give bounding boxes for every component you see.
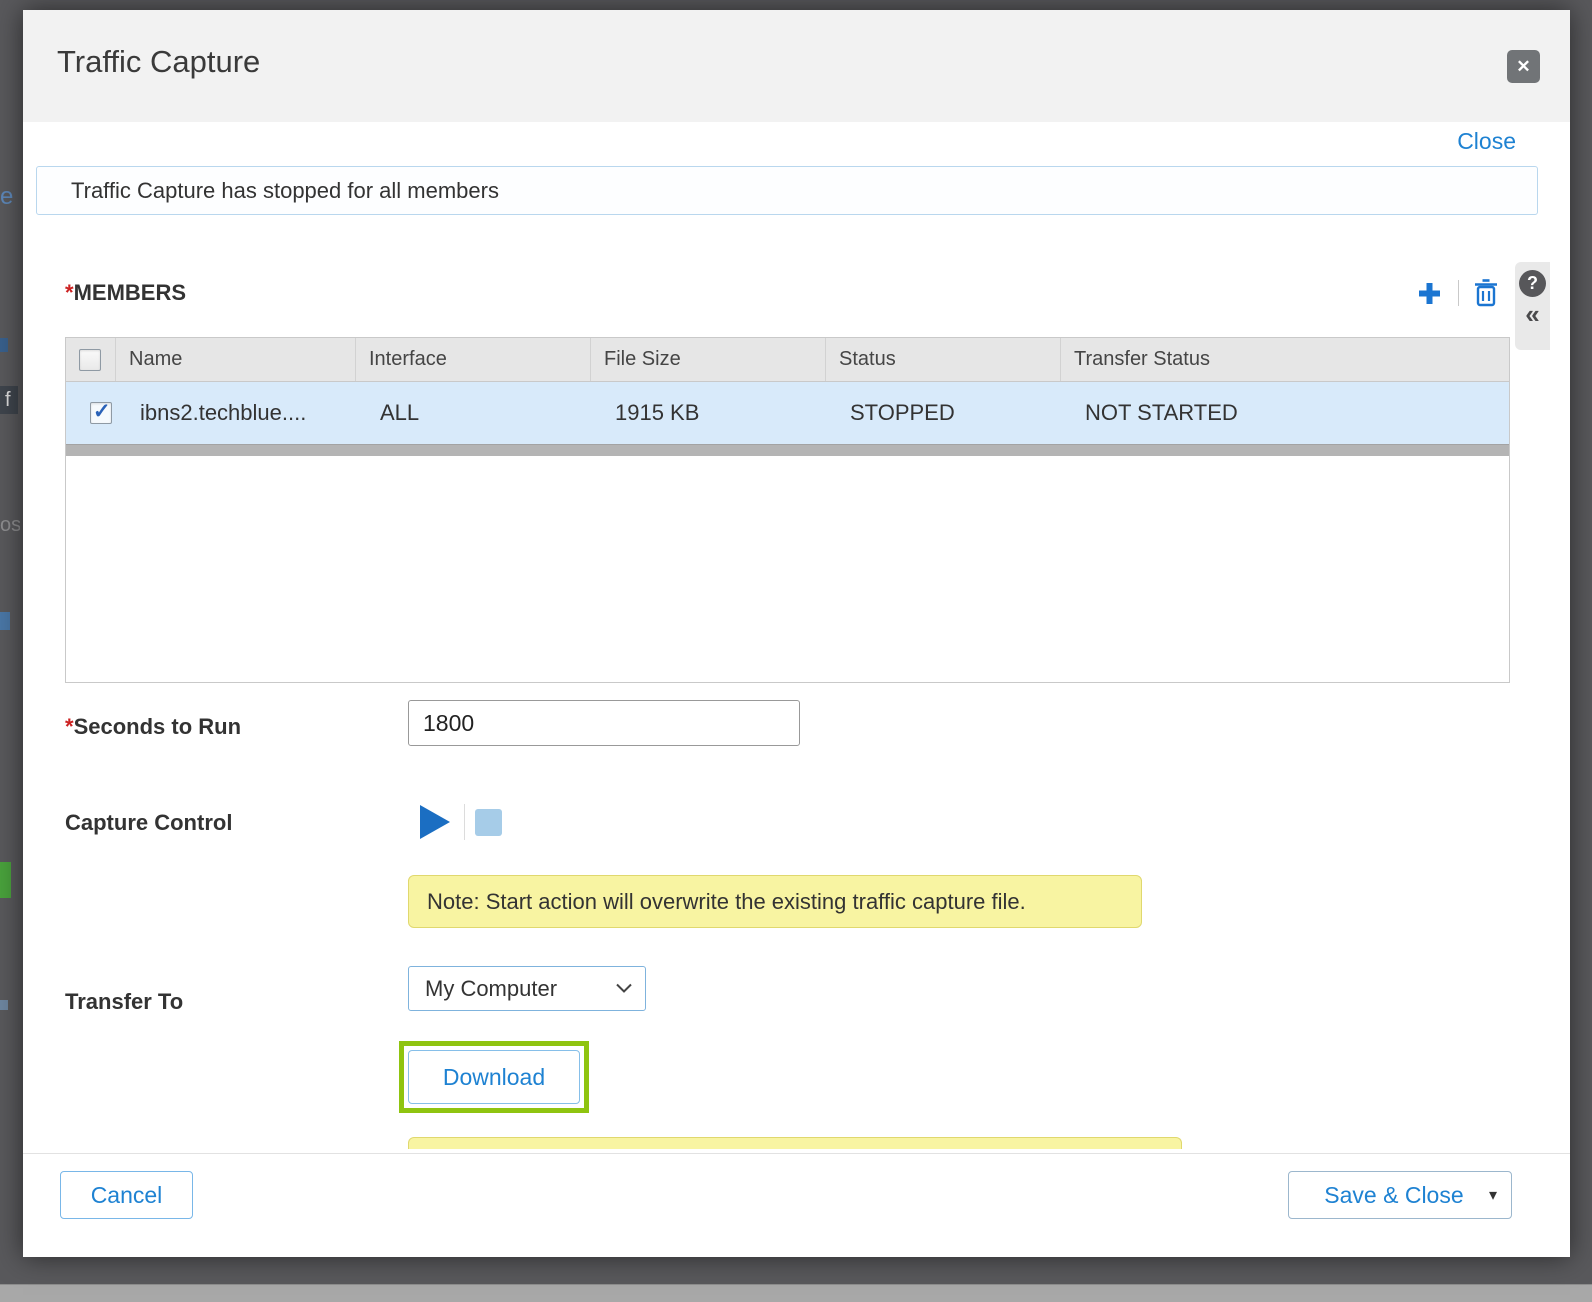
row-checkbox[interactable]: ✓ xyxy=(90,402,112,424)
required-asterisk: * xyxy=(65,280,74,305)
save-close-label: Save & Close xyxy=(1289,1182,1489,1209)
screen: e f os Traffic Capture ✕ Close Traffic C… xyxy=(0,0,1592,1302)
capture-control-divider xyxy=(464,804,465,840)
column-header-status[interactable]: Status xyxy=(826,338,1061,381)
cell-file-size: 1915 KB xyxy=(591,382,826,444)
capture-control-label: Capture Control xyxy=(65,810,232,836)
required-asterisk: * xyxy=(65,714,74,739)
table-header-row: Name Interface File Size Status Transfer… xyxy=(66,338,1509,382)
seconds-to-run-label: *Seconds to Run xyxy=(65,714,241,740)
partial-note-box xyxy=(408,1137,1182,1149)
save-close-button[interactable]: Save & Close ▾ xyxy=(1288,1171,1512,1219)
cancel-button[interactable]: Cancel xyxy=(60,1171,193,1219)
toolbar-divider xyxy=(1458,280,1459,306)
footer-divider xyxy=(23,1153,1570,1154)
download-button[interactable]: Download xyxy=(408,1050,580,1104)
column-header-name[interactable]: Name xyxy=(116,338,356,381)
add-member-icon[interactable] xyxy=(1416,280,1443,307)
traffic-capture-dialog: Traffic Capture ✕ Close Traffic Capture … xyxy=(23,10,1570,1257)
seconds-to-run-label-text: Seconds to Run xyxy=(74,714,241,739)
row-checkbox-cell: ✓ xyxy=(66,382,116,444)
status-message: Traffic Capture has stopped for all memb… xyxy=(36,166,1538,215)
column-header-transfer-status[interactable]: Transfer Status xyxy=(1061,338,1509,381)
background-fragment: f xyxy=(0,386,18,414)
members-toolbar xyxy=(1416,278,1498,308)
cell-status: STOPPED xyxy=(826,382,1061,444)
background-fragment: os xyxy=(0,514,20,537)
select-all-checkbox[interactable] xyxy=(79,349,101,371)
seconds-to-run-input[interactable] xyxy=(408,700,800,746)
members-label-text: MEMBERS xyxy=(74,280,186,305)
background-fragment xyxy=(0,862,11,898)
members-table: Name Interface File Size Status Transfer… xyxy=(65,337,1510,683)
stop-icon[interactable] xyxy=(475,809,502,836)
column-header-file-size[interactable]: File Size xyxy=(591,338,826,381)
collapse-icon[interactable]: « xyxy=(1525,303,1539,325)
transfer-to-select[interactable]: My Computer xyxy=(408,966,646,1011)
background-bottom-strip xyxy=(0,1284,1592,1302)
dialog-title: Traffic Capture xyxy=(57,44,260,80)
caret-down-icon: ▾ xyxy=(1489,1185,1497,1205)
cell-name: ibns2.techblue.... xyxy=(116,382,356,444)
help-tab: ? « xyxy=(1515,262,1550,350)
overwrite-note: Note: Start action will overwrite the ex… xyxy=(408,875,1142,928)
close-x-glyph: ✕ xyxy=(1516,57,1530,77)
close-link[interactable]: Close xyxy=(1457,128,1516,155)
delete-member-icon[interactable] xyxy=(1474,279,1498,307)
column-header-interface[interactable]: Interface xyxy=(356,338,591,381)
background-fragment xyxy=(0,1000,8,1010)
members-label: *MEMBERS xyxy=(65,280,186,306)
chevron-down-icon xyxy=(616,983,632,993)
checkmark-icon: ✓ xyxy=(93,399,111,424)
dialog-header: Traffic Capture ✕ xyxy=(23,10,1570,122)
play-icon[interactable] xyxy=(420,805,450,839)
cell-interface: ALL xyxy=(356,382,591,444)
transfer-to-label: Transfer To xyxy=(65,989,183,1015)
background-fragment: e xyxy=(0,183,18,211)
horizontal-scrollbar[interactable] xyxy=(66,444,1509,456)
select-all-cell xyxy=(66,338,116,381)
cell-transfer-status: NOT STARTED xyxy=(1061,382,1509,444)
transfer-to-value: My Computer xyxy=(425,976,557,1002)
download-highlight-box: Download xyxy=(399,1041,589,1113)
table-row[interactable]: ✓ ibns2.techblue.... ALL 1915 KB STOPPED… xyxy=(66,382,1509,444)
background-fragment xyxy=(0,338,8,352)
help-icon[interactable]: ? xyxy=(1519,270,1546,297)
close-icon[interactable]: ✕ xyxy=(1507,50,1540,83)
background-fragment xyxy=(0,612,10,630)
